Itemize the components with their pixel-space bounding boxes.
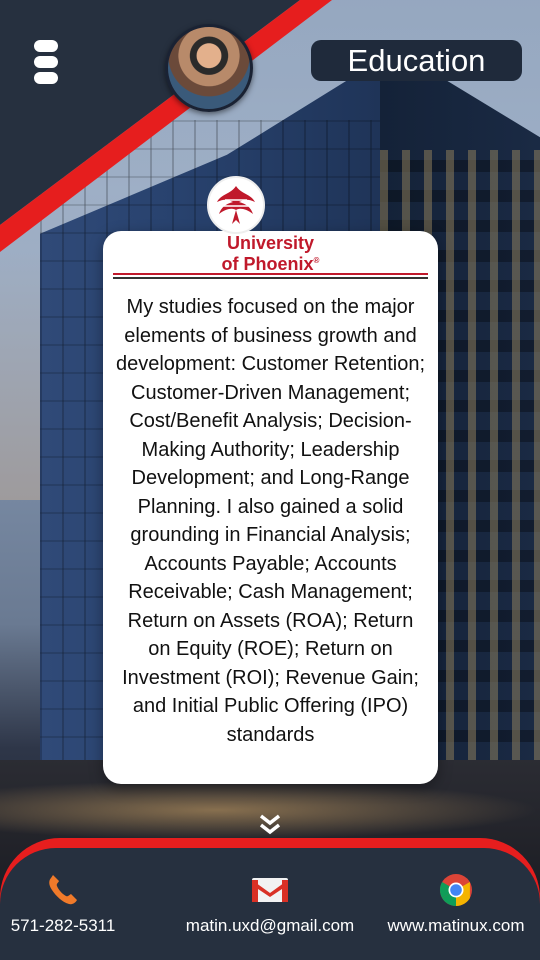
scroll-down-button[interactable]	[258, 814, 282, 836]
avatar[interactable]	[165, 24, 253, 112]
website-contact[interactable]: www.matinux.com	[376, 872, 536, 936]
email-contact[interactable]: matin.uxd@gmail.com	[160, 872, 380, 936]
section-title: Education	[311, 40, 522, 81]
email-address: matin.uxd@gmail.com	[185, 916, 355, 935]
phone-icon	[49, 875, 77, 905]
menu-icon	[34, 40, 58, 52]
website-url: www.matinux.com	[387, 916, 525, 935]
education-card: University of Phoenix® My studies focuse…	[103, 231, 438, 784]
double-chevron-down-icon	[259, 814, 281, 835]
menu-button[interactable]	[34, 40, 58, 84]
phone-number: 571-282-5311	[10, 916, 116, 935]
phoenix-emblem-icon	[207, 176, 265, 234]
gmail-icon	[252, 878, 288, 902]
education-description: My studies focused on the major elements…	[115, 296, 426, 746]
university-logo-text: University of Phoenix®	[221, 233, 320, 274]
phone-contact[interactable]: 571-282-5311	[0, 872, 126, 936]
logo-divider	[113, 273, 428, 279]
chrome-icon	[439, 874, 472, 907]
